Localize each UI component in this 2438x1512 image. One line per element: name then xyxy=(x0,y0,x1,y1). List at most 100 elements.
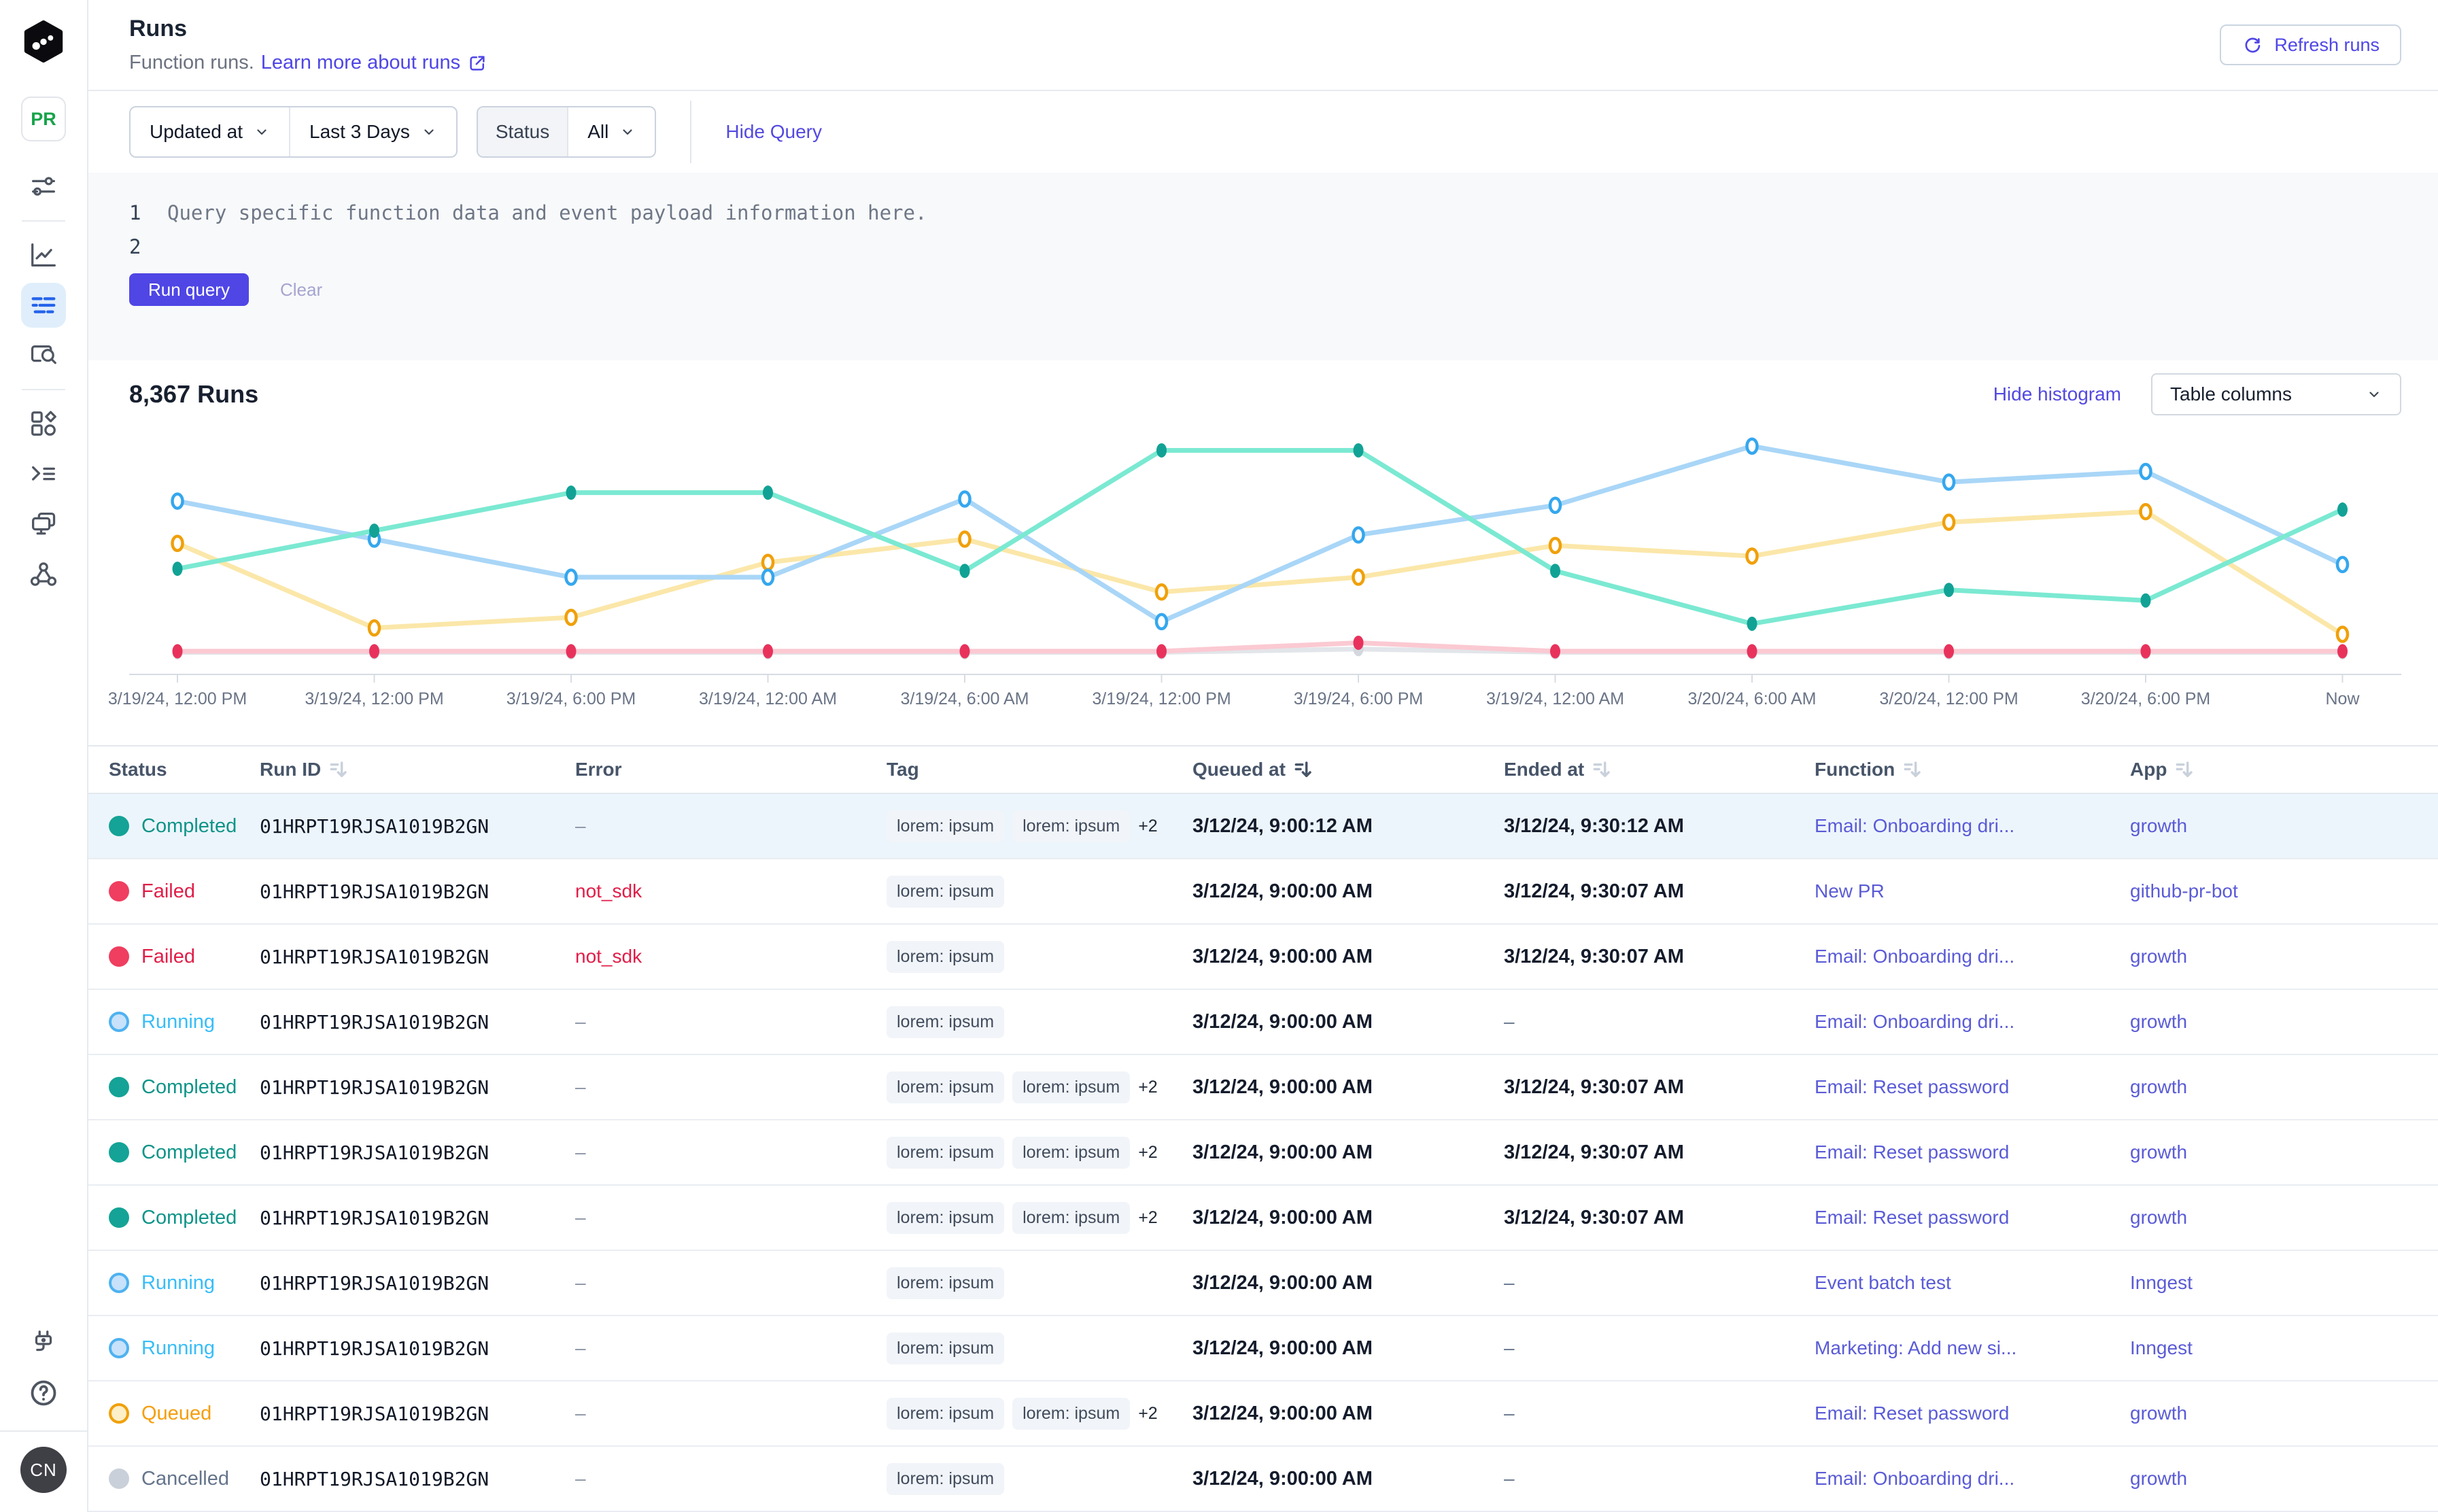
column-header-ended-at[interactable]: Ended at xyxy=(1504,759,1815,780)
table-row[interactable]: Running01HRPT19RJSA1019B2GN–lorem: ipsum… xyxy=(88,1316,2438,1381)
refresh-runs-button[interactable]: Refresh runs xyxy=(2220,24,2401,65)
learn-more-link[interactable]: Learn more about runs xyxy=(261,52,487,74)
data-point-completed[interactable] xyxy=(1354,443,1364,458)
app-link[interactable]: Inngest xyxy=(2130,1272,2407,1294)
data-point-failed[interactable] xyxy=(2337,644,2348,658)
data-point-running[interactable] xyxy=(1944,475,1954,489)
data-point-failed[interactable] xyxy=(566,644,577,658)
run-query-button[interactable]: Run query xyxy=(129,273,249,306)
function-link[interactable]: Email: Onboarding dri... xyxy=(1815,1468,2130,1490)
data-point-completed[interactable] xyxy=(173,562,183,576)
data-point-failed[interactable] xyxy=(173,644,183,658)
data-point-queued[interactable] xyxy=(1156,585,1167,599)
data-point-queued[interactable] xyxy=(1747,549,1757,563)
sidebar-item-adjustments[interactable] xyxy=(21,165,66,209)
column-header-run-id[interactable]: Run ID xyxy=(260,759,575,780)
data-point-queued[interactable] xyxy=(2141,504,2151,519)
function-link[interactable]: Email: Reset password xyxy=(1815,1076,2130,1098)
data-point-running[interactable] xyxy=(1354,528,1364,542)
data-point-failed[interactable] xyxy=(1550,644,1560,658)
function-link[interactable]: Email: Onboarding dri... xyxy=(1815,946,2130,967)
data-point-running[interactable] xyxy=(2141,464,2151,479)
app-link[interactable]: growth xyxy=(2130,1011,2407,1033)
data-point-failed[interactable] xyxy=(2141,644,2151,658)
sidebar-item-metrics[interactable] xyxy=(21,233,66,277)
data-point-failed[interactable] xyxy=(1354,636,1364,650)
table-row[interactable]: Running01HRPT19RJSA1019B2GN–lorem: ipsum… xyxy=(88,1251,2438,1316)
sidebar-item-apps[interactable] xyxy=(21,401,66,446)
data-point-queued[interactable] xyxy=(1354,570,1364,585)
hide-query-link[interactable]: Hide Query xyxy=(725,121,822,143)
table-row[interactable]: Completed01HRPT19RJSA1019B2GN–lorem: ips… xyxy=(88,1186,2438,1251)
data-point-running[interactable] xyxy=(1156,615,1167,629)
app-link[interactable]: github-pr-bot xyxy=(2130,880,2407,902)
data-point-completed[interactable] xyxy=(763,485,773,500)
data-point-failed[interactable] xyxy=(960,644,970,658)
hide-histogram-link[interactable]: Hide histogram xyxy=(1993,383,2121,405)
data-point-queued[interactable] xyxy=(1550,538,1560,553)
table-row[interactable]: Completed01HRPT19RJSA1019B2GN–lorem: ips… xyxy=(88,794,2438,859)
function-link[interactable]: Event batch test xyxy=(1815,1272,2130,1294)
data-point-failed[interactable] xyxy=(369,644,379,658)
inngest-logo-icon[interactable] xyxy=(21,18,66,65)
table-columns-dropdown[interactable]: Table columns xyxy=(2151,373,2401,415)
environment-badge[interactable]: PR xyxy=(21,97,66,141)
app-link[interactable]: growth xyxy=(2130,1141,2407,1163)
data-point-failed[interactable] xyxy=(1944,644,1954,658)
query-editor[interactable]: 1 Query specific function data and event… xyxy=(88,173,2438,360)
sidebar-item-event-search[interactable] xyxy=(21,333,66,378)
sidebar-item-functions[interactable] xyxy=(21,451,66,496)
data-point-failed[interactable] xyxy=(1156,644,1167,658)
table-row[interactable]: Failed01HRPT19RJSA1019B2GNnot_sdklorem: … xyxy=(88,925,2438,990)
data-point-queued[interactable] xyxy=(763,555,773,570)
data-point-completed[interactable] xyxy=(1550,564,1560,578)
app-link[interactable]: growth xyxy=(2130,1076,2407,1098)
app-link[interactable]: growth xyxy=(2130,815,2407,837)
table-row[interactable]: Completed01HRPT19RJSA1019B2GN–lorem: ips… xyxy=(88,1120,2438,1186)
sidebar-item-runs[interactable] xyxy=(21,283,66,328)
data-point-failed[interactable] xyxy=(1747,644,1757,658)
function-link[interactable]: Email: Reset password xyxy=(1815,1141,2130,1163)
table-row[interactable]: Running01HRPT19RJSA1019B2GN–lorem: ipsum… xyxy=(88,990,2438,1055)
data-point-completed[interactable] xyxy=(1747,617,1757,631)
data-point-running[interactable] xyxy=(1747,439,1757,453)
function-link[interactable]: Marketing: Add new si... xyxy=(1815,1337,2130,1359)
data-point-completed[interactable] xyxy=(2141,594,2151,608)
function-link[interactable]: Email: Onboarding dri... xyxy=(1815,815,2130,837)
clear-query-button[interactable]: Clear xyxy=(280,279,322,300)
column-header-app[interactable]: App xyxy=(2130,759,2407,780)
function-link[interactable]: Email: Reset password xyxy=(1815,1207,2130,1228)
user-avatar[interactable]: CN xyxy=(20,1447,67,1493)
data-point-completed[interactable] xyxy=(369,523,379,538)
function-link[interactable]: Email: Onboarding dri... xyxy=(1815,1011,2130,1033)
sidebar-item-help[interactable] xyxy=(21,1371,66,1415)
function-link[interactable]: Email: Reset password xyxy=(1815,1403,2130,1424)
data-point-running[interactable] xyxy=(173,494,183,509)
data-point-queued[interactable] xyxy=(1944,515,1954,530)
data-point-queued[interactable] xyxy=(566,611,577,625)
data-point-completed[interactable] xyxy=(2337,502,2348,517)
column-header-function[interactable]: Function xyxy=(1815,759,2130,780)
data-point-queued[interactable] xyxy=(369,621,379,635)
column-header-queued-at[interactable]: Queued at xyxy=(1192,759,1504,780)
sidebar-item-integrations[interactable] xyxy=(21,1320,66,1365)
time-range-dropdown[interactable]: Last 3 Days xyxy=(290,107,456,156)
app-link[interactable]: growth xyxy=(2130,1468,2407,1490)
sort-field-dropdown[interactable]: Updated at xyxy=(131,107,289,156)
data-point-running[interactable] xyxy=(1550,498,1560,513)
app-link[interactable]: Inngest xyxy=(2130,1337,2407,1359)
table-row[interactable]: Completed01HRPT19RJSA1019B2GN–lorem: ips… xyxy=(88,1055,2438,1120)
app-link[interactable]: growth xyxy=(2130,1403,2407,1424)
app-link[interactable]: growth xyxy=(2130,1207,2407,1228)
data-point-failed[interactable] xyxy=(763,644,773,658)
data-point-queued[interactable] xyxy=(960,532,970,547)
data-point-running[interactable] xyxy=(2337,557,2348,572)
data-point-completed[interactable] xyxy=(566,485,577,500)
sidebar-item-webhooks[interactable] xyxy=(21,552,66,597)
data-point-completed[interactable] xyxy=(1156,443,1167,458)
data-point-completed[interactable] xyxy=(960,564,970,578)
data-point-running[interactable] xyxy=(763,570,773,585)
data-point-queued[interactable] xyxy=(173,536,183,551)
data-point-queued[interactable] xyxy=(2337,628,2348,642)
data-point-completed[interactable] xyxy=(1944,583,1954,597)
